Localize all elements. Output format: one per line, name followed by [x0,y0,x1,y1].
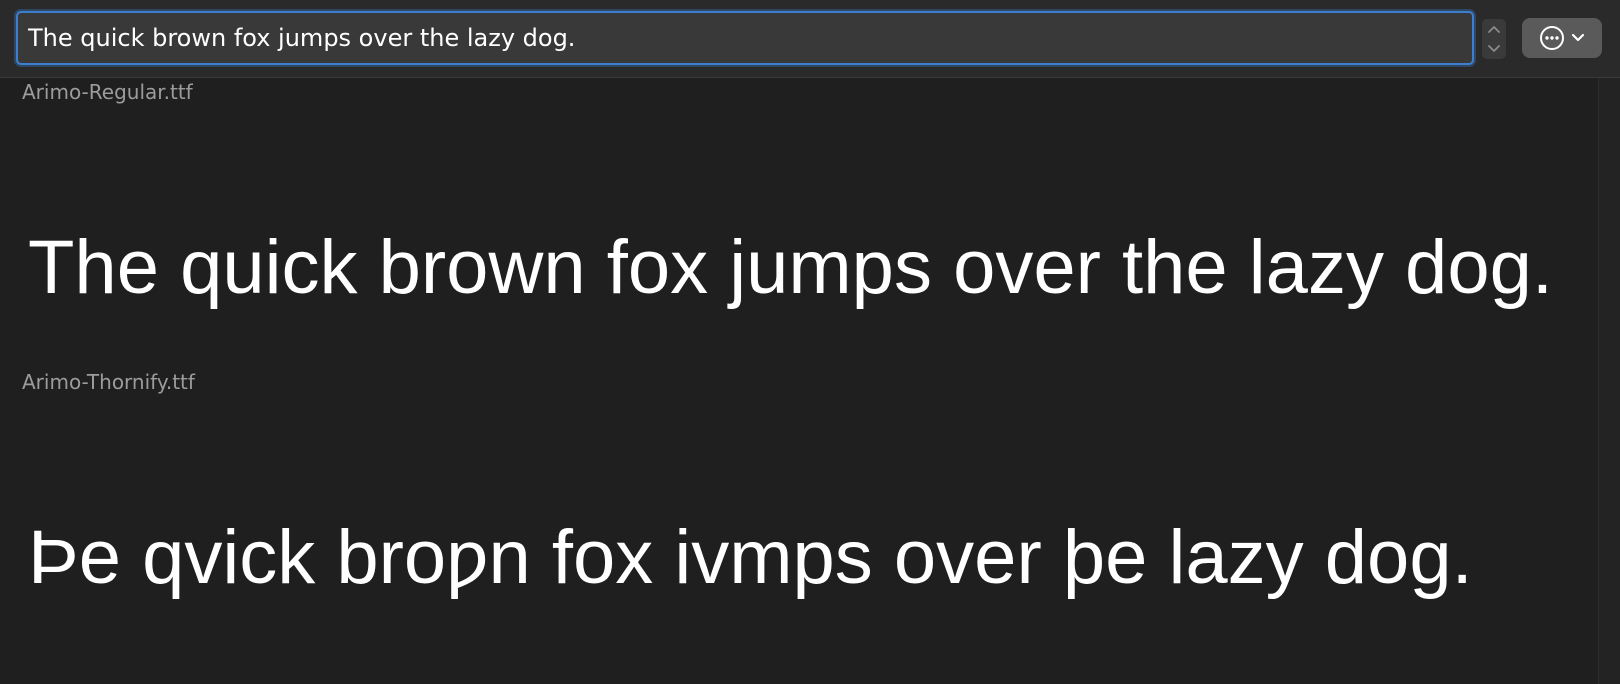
font-sample-text: The quick brown fox jumps over the lazy … [28,225,1553,310]
font-file-label: Arimo-Thornify.ttf [22,370,195,394]
scrollbar[interactable] [1598,78,1620,684]
font-preview-list: Arimo-Regular.ttf The quick brown fox ju… [0,78,1598,684]
font-sample-text: Þe qvick broƿn fox ivmps over þe lazy do… [28,515,1473,600]
font-file-label: Arimo-Regular.ttf [22,80,193,104]
ellipsis-circle-icon [1540,26,1564,50]
more-options-button[interactable] [1522,18,1602,58]
toolbar [0,0,1620,78]
font-preview-window: Arimo-Regular.ttf The quick brown fox ju… [0,0,1620,684]
stepper-down-button[interactable] [1482,39,1506,59]
chevron-up-icon [1488,26,1500,33]
sample-text-input[interactable] [16,11,1474,65]
chevron-down-icon [1571,33,1585,42]
size-stepper[interactable] [1482,19,1506,59]
stepper-up-button[interactable] [1482,19,1506,39]
chevron-down-icon [1488,45,1500,52]
